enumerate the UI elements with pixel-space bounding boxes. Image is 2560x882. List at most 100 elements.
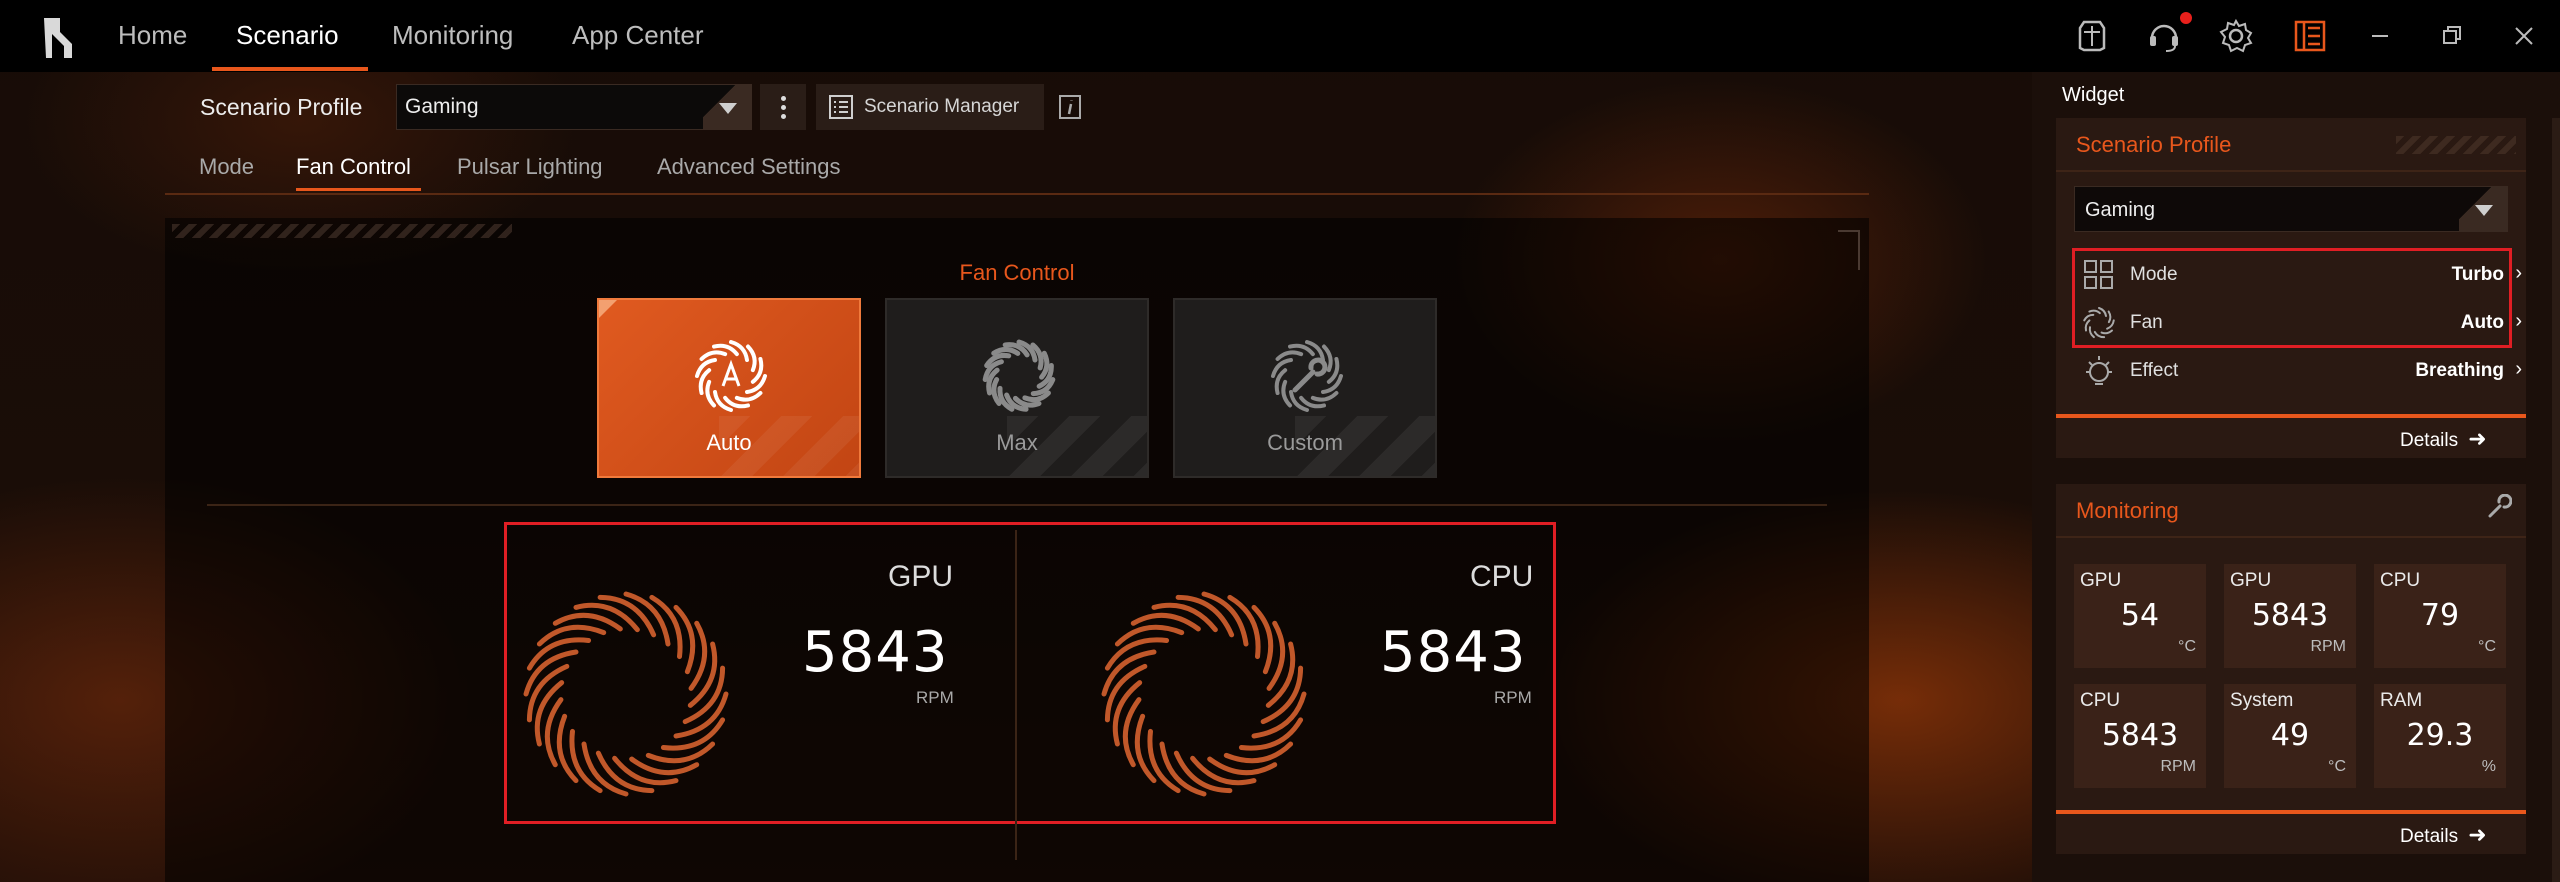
arrow-right-icon: ➜ — [2468, 426, 2487, 451]
nav-tab-monitoring[interactable]: Monitoring — [392, 20, 513, 51]
more-options-button[interactable] — [760, 84, 806, 130]
fan-mode-max-label: Max — [996, 430, 1038, 455]
monitor-tile-system-temp: System 49 °C — [2224, 684, 2356, 788]
widget-row-effect[interactable]: Effect Breathing › — [2082, 352, 2522, 390]
tile-unit: RPM — [2310, 638, 2346, 655]
chevron-down-icon — [2459, 187, 2507, 231]
widget-monitoring-title: Monitoring — [2076, 498, 2179, 523]
tile-unit: °C — [2178, 638, 2196, 655]
widget-scenario-title: Scenario Profile — [2076, 132, 2232, 157]
subtab-mode[interactable]: Mode — [199, 154, 254, 180]
app-logo-icon — [44, 18, 72, 58]
cpu-fan-label: CPU — [1470, 560, 1534, 593]
scenario-profile-value: Gaming — [405, 95, 479, 118]
arrow-right-icon: ➜ — [2468, 822, 2487, 847]
subtab-fan-control[interactable]: Fan Control — [296, 154, 411, 180]
device-icon[interactable] — [2074, 18, 2110, 54]
scenario-profile-label: Scenario Profile — [200, 94, 363, 120]
top-bar: Home Scenario Monitoring App Center — [0, 0, 2560, 72]
widget-title: Widget — [2062, 84, 2125, 106]
tile-value: 54 — [2120, 598, 2160, 633]
scenario-manager-button[interactable]: Scenario Manager — [816, 84, 1044, 130]
card-divider — [2056, 170, 2526, 172]
fan-mode-custom-button[interactable]: Custom — [1173, 298, 1437, 478]
chevron-down-icon — [703, 85, 751, 129]
gpu-fan-label: GPU — [888, 560, 954, 593]
restore-icon[interactable] — [2434, 18, 2470, 54]
fan-mode-custom-label: Custom — [1267, 430, 1343, 455]
minimize-icon[interactable] — [2362, 18, 2398, 54]
card-divider — [2056, 536, 2526, 538]
widget-profile-dropdown[interactable]: Gaming — [2074, 186, 2508, 232]
fan-mode-max-button[interactable]: Max — [885, 298, 1149, 478]
fan-custom-wrench-icon — [1271, 340, 1343, 412]
fan-section-divider — [207, 504, 1827, 506]
wrench-settings-icon[interactable] — [2486, 494, 2512, 520]
subtab-pulsar-lighting[interactable]: Pulsar Lighting — [457, 154, 603, 180]
nav-tab-home[interactable]: Home — [118, 20, 187, 51]
cpu-fan-icon — [1101, 591, 1307, 797]
dot — [781, 105, 786, 110]
dot — [781, 114, 786, 119]
card-stripe-decoration — [2396, 136, 2516, 154]
subtab-active-indicator — [296, 188, 421, 191]
tile-title: CPU — [2080, 690, 2121, 711]
panel-corner-decoration — [1838, 230, 1860, 270]
selected-corner-marker — [599, 300, 617, 318]
chevron-right-icon: › — [2515, 310, 2522, 332]
nav-active-indicator — [212, 67, 368, 71]
details-label: Details — [2400, 430, 2459, 451]
chevron-right-icon: › — [2515, 262, 2522, 284]
tile-title: CPU — [2380, 570, 2421, 591]
lighting-bulb-icon — [2086, 356, 2112, 385]
panel-stripe-decoration — [172, 224, 512, 238]
scenario-profile-dropdown[interactable]: Gaming — [396, 84, 752, 130]
widget-profile-value: Gaming — [2085, 199, 2156, 221]
tile-value: 49 — [2270, 718, 2310, 753]
tile-value: 79 — [2420, 598, 2460, 633]
nav-tab-app-center[interactable]: App Center — [572, 20, 704, 51]
widget-scenario-details-link[interactable]: Details ➜ — [2400, 426, 2487, 452]
tile-title: RAM — [2380, 690, 2423, 711]
monitor-tile-cpu-temp: CPU 79 °C — [2374, 564, 2506, 668]
tile-value: 5843 — [2101, 718, 2179, 753]
info-icon[interactable] — [1058, 93, 1084, 121]
settings-gear-icon[interactable] — [2218, 18, 2254, 54]
tile-unit: % — [2481, 758, 2496, 775]
widget-scrollbar[interactable] — [2552, 118, 2560, 882]
tile-title: GPU — [2230, 570, 2272, 591]
fan-card-separator — [1015, 530, 1017, 860]
support-headset-icon[interactable] — [2146, 18, 2182, 54]
widget-monitoring-details-link[interactable]: Details ➜ — [2400, 822, 2487, 848]
tile-title: System — [2230, 690, 2294, 711]
details-label: Details — [2400, 826, 2459, 847]
tile-unit: °C — [2328, 758, 2346, 775]
gpu-fan-rpm-unit: RPM — [916, 688, 954, 707]
list-icon — [829, 95, 853, 119]
tile-unit: RPM — [2160, 758, 2196, 775]
monitor-tile-cpu-fan: CPU 5843 RPM — [2074, 684, 2206, 788]
monitor-tile-gpu-fan: GPU 5843 RPM — [2224, 564, 2356, 668]
monitor-tile-gpu-temp: GPU 54 °C — [2074, 564, 2206, 668]
widget-panel-icon[interactable] — [2292, 18, 2328, 54]
gpu-fan-rpm-value: 5843 — [802, 620, 949, 685]
widget-row-effect-value: Breathing — [2415, 360, 2504, 381]
tile-value: 5843 — [2251, 598, 2329, 633]
mode-fan-highlight-box — [2072, 248, 2512, 348]
subtab-advanced-settings[interactable]: Advanced Settings — [657, 154, 840, 180]
dot — [781, 96, 786, 101]
fan-control-title: Fan Control — [959, 260, 1075, 285]
gpu-fan-icon — [523, 591, 729, 797]
fan-max-icon — [982, 339, 1056, 412]
close-icon[interactable] — [2506, 18, 2542, 54]
subtab-divider — [165, 193, 1869, 195]
monitor-tile-ram: RAM 29.3 % — [2374, 684, 2506, 788]
tile-unit: °C — [2478, 638, 2496, 655]
tile-value: 29.3 — [2406, 718, 2474, 753]
fan-mode-auto-label: Auto — [706, 430, 752, 455]
nav-tab-scenario[interactable]: Scenario — [236, 20, 339, 51]
fan-mode-auto-button[interactable]: Auto — [597, 298, 861, 478]
tile-title: GPU — [2080, 570, 2122, 591]
widget-row-effect-label: Effect — [2130, 360, 2179, 381]
cpu-fan-rpm-value: 5843 — [1380, 620, 1527, 685]
